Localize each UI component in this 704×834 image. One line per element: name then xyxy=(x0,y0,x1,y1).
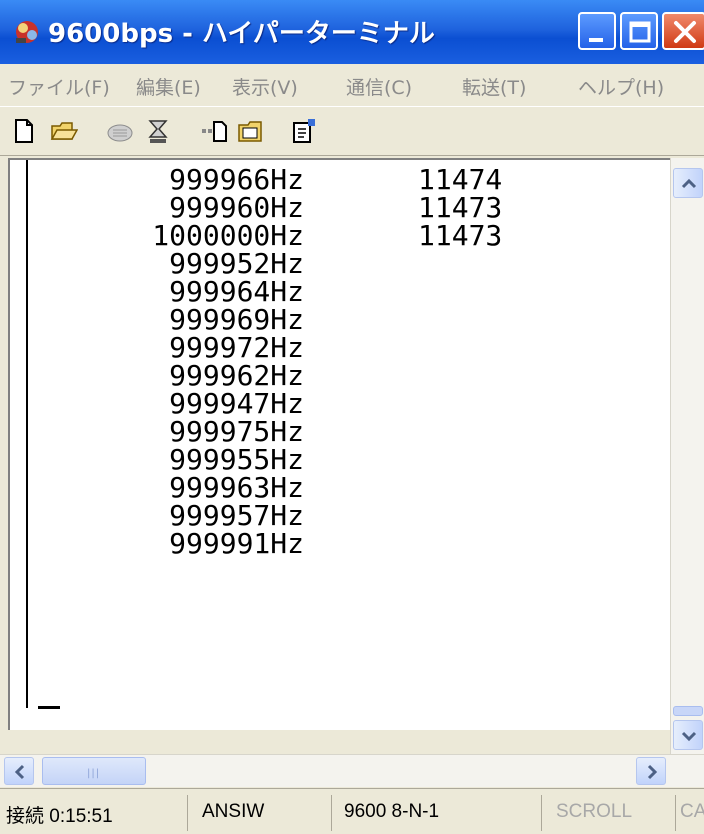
chevron-down-icon xyxy=(681,731,697,742)
send-icon[interactable] xyxy=(200,117,228,145)
terminal-left-border xyxy=(26,160,28,708)
menu-view[interactable]: 表示(V) xyxy=(232,73,298,100)
window-title: 9600bps - ハイパーターミナル xyxy=(48,19,435,49)
status-caps: CAPS xyxy=(676,795,704,831)
status-scroll-text: SCROLL xyxy=(556,801,633,822)
status-bar: 接続 0:15:51 ANSIW 9600 8-N-1 SCROLL CAPS xyxy=(0,788,704,834)
count-reading: 11473 xyxy=(418,191,503,224)
frequency-reading: 999963Hz xyxy=(169,471,304,504)
status-emulation: ANSIW xyxy=(188,795,332,831)
status-scroll: SCROLL xyxy=(542,795,676,831)
status-caps-text: CAPS xyxy=(680,801,704,822)
disconnect-icon[interactable] xyxy=(144,117,172,145)
close-button[interactable] xyxy=(662,12,704,50)
new-document-icon[interactable] xyxy=(10,117,38,145)
frequency-reading: 1000000Hz xyxy=(152,219,304,252)
title-bar[interactable]: 9600bps - ハイパーターミナル xyxy=(0,0,704,64)
count-reading: 11474 xyxy=(418,163,503,196)
vertical-scroll-thumb[interactable] xyxy=(673,706,703,716)
terminal-screen[interactable]: 999966Hz 11474 999960Hz 11473 1000000Hz … xyxy=(8,158,672,730)
receive-icon[interactable] xyxy=(236,117,264,145)
status-connected-text: 接続 0:15:51 xyxy=(6,806,113,827)
hyperterminal-app-icon[interactable] xyxy=(12,16,42,46)
menu-file[interactable]: ファイル(F) xyxy=(8,73,110,100)
chevron-left-icon xyxy=(14,764,25,780)
maximize-icon xyxy=(629,21,651,43)
status-port-settings: 9600 8-N-1 xyxy=(332,795,542,831)
frequency-reading: 999952Hz xyxy=(169,247,304,280)
text-cursor xyxy=(38,706,60,709)
status-emulation-text: ANSIW xyxy=(202,801,265,822)
frequency-reading: 999947Hz xyxy=(169,387,304,420)
minimize-button[interactable] xyxy=(578,12,616,50)
toolbar xyxy=(0,106,704,156)
vertical-scrollbar[interactable] xyxy=(670,158,704,758)
minimize-icon xyxy=(589,38,603,42)
frequency-reading: 999972Hz xyxy=(169,331,304,364)
chevron-right-icon xyxy=(647,764,658,780)
frequency-reading: 999975Hz xyxy=(169,415,304,448)
grip-icon: ||| xyxy=(87,768,101,779)
frequency-reading: 999964Hz xyxy=(169,275,304,308)
count-reading: 11473 xyxy=(418,219,503,252)
hyperterminal-window: 9600bps - ハイパーターミナル ファイル(F) 編集(E) 表示(V) … xyxy=(0,0,704,834)
frequency-reading: 999969Hz xyxy=(169,303,304,336)
status-connected-time: 接続 0:15:51 xyxy=(0,795,188,831)
chevron-up-icon xyxy=(681,178,697,189)
menu-bar: ファイル(F) 編集(E) 表示(V) 通信(C) 転送(T) ヘルプ(H) xyxy=(0,64,704,106)
scroll-up-button[interactable] xyxy=(673,168,703,198)
menu-call[interactable]: 通信(C) xyxy=(346,73,412,100)
frequency-reading: 999966Hz xyxy=(169,163,304,196)
properties-icon[interactable] xyxy=(290,117,318,145)
frequency-reading: 999991Hz xyxy=(169,527,304,560)
frequency-reading: 999960Hz xyxy=(169,191,304,224)
frequency-reading: 999957Hz xyxy=(169,499,304,532)
maximize-button[interactable] xyxy=(620,12,658,50)
menu-edit[interactable]: 編集(E) xyxy=(136,73,201,100)
scroll-left-button[interactable] xyxy=(4,757,34,785)
menu-transfer[interactable]: 転送(T) xyxy=(462,73,526,100)
scroll-right-button[interactable] xyxy=(636,757,666,785)
scroll-down-button[interactable] xyxy=(673,720,703,750)
frequency-reading: 999955Hz xyxy=(169,443,304,476)
phone-call-icon[interactable] xyxy=(106,117,134,145)
horizontal-scrollbar[interactable]: ||| xyxy=(0,754,704,787)
open-folder-icon[interactable] xyxy=(50,117,78,145)
menu-help[interactable]: ヘルプ(H) xyxy=(578,73,664,100)
frequency-reading: 999962Hz xyxy=(169,359,304,392)
horizontal-scroll-thumb[interactable]: ||| xyxy=(42,757,146,785)
close-icon xyxy=(674,21,696,43)
status-settings-text: 9600 8-N-1 xyxy=(344,801,440,822)
